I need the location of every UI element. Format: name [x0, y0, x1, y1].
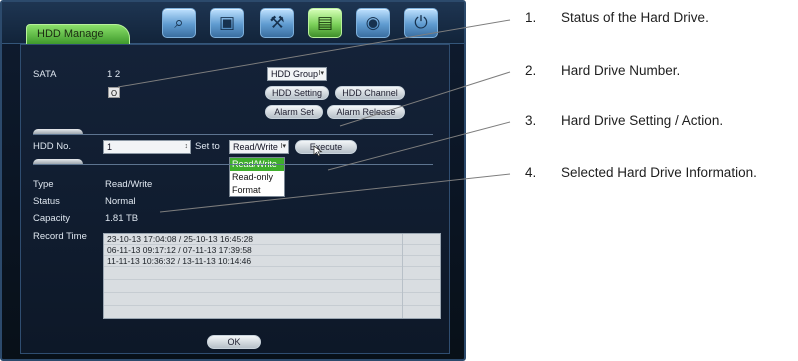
chevron-down-icon: I▾ — [318, 70, 324, 77]
column-divider — [402, 234, 403, 318]
section-divider — [33, 164, 433, 165]
list-item[interactable]: 06-11-13 09:17:12 / 07-11-13 17:39:58 — [104, 245, 440, 256]
callout-text: Hard Drive Setting / Action. — [561, 113, 724, 128]
list-item-empty — [104, 267, 440, 280]
callout-text: Status of the Hard Drive. — [561, 10, 709, 25]
power-icon[interactable]: ⏻ — [404, 8, 438, 38]
hdd-group-label: HDD Group — [271, 69, 319, 79]
set-to-label: Set to — [195, 141, 220, 152]
callout-number: 2. — [525, 63, 537, 78]
ok-button[interactable]: OK — [207, 335, 261, 349]
list-item[interactable]: 23-10-13 17:04:08 / 25-10-13 16:45:28 — [104, 234, 440, 245]
alarm-release-button[interactable]: Alarm Release — [327, 105, 405, 119]
storage-icon[interactable]: ▤ — [308, 8, 342, 38]
sata-label: SATA — [33, 69, 57, 80]
hdd-channel-button[interactable]: HDD Channel — [335, 86, 405, 100]
hdd-no-select[interactable]: 1 ↕ — [103, 140, 191, 154]
set-to-dropdown: Read/Write Read-only Format — [229, 157, 285, 197]
camera-glyph: ◉ — [365, 13, 381, 33]
execute-button[interactable]: Execute — [295, 140, 357, 154]
playback-icon[interactable]: ▣ — [210, 8, 244, 38]
tools-icon[interactable]: ⚒ — [260, 8, 294, 38]
hdd-group-select[interactable]: HDD Group I▾ — [267, 67, 327, 81]
tools-glyph: ⚒ — [269, 13, 285, 33]
top-toolbar: HDD Manage ⌕ ▣ ⚒ ▤ ◉ ⏻ — [2, 2, 464, 44]
search-icon[interactable]: ⌕ — [162, 8, 196, 38]
power-glyph: ⏻ — [414, 13, 428, 33]
chevron-down-icon: I▾ — [280, 143, 286, 150]
playback-glyph: ▣ — [218, 13, 236, 33]
callout-number: 3. — [525, 113, 537, 128]
alarm-set-button[interactable]: Alarm Set — [265, 105, 323, 119]
section-divider — [33, 134, 433, 135]
hdd-no-label: HDD No. — [33, 141, 72, 152]
search-glyph: ⌕ — [174, 13, 184, 33]
capacity-value: 1.81 TB — [105, 213, 139, 224]
option-format[interactable]: Format — [230, 184, 284, 197]
record-time-list[interactable]: 23-10-13 17:04:08 / 25-10-13 16:45:28 06… — [103, 233, 441, 319]
status-value: Normal — [105, 196, 136, 207]
list-item-empty — [104, 293, 440, 306]
set-to-value: Read/Write — [233, 142, 278, 152]
status-label: Status — [33, 196, 60, 207]
callout-text: Hard Drive Number. — [561, 63, 681, 78]
storage-glyph: ▤ — [316, 13, 334, 33]
type-value: Read/Write — [105, 179, 153, 190]
mouse-pointer-icon — [313, 145, 323, 157]
window-title: HDD Manage — [26, 24, 130, 44]
hdd-no-value: 1 — [107, 142, 113, 152]
disk-status-indicator[interactable]: O — [108, 87, 120, 98]
callout-text: Selected Hard Drive Information. — [561, 165, 757, 180]
callout-number: 1. — [525, 10, 537, 25]
dvr-window: HDD Manage ⌕ ▣ ⚒ ▤ ◉ ⏻ SATA 1 2 O HDD Gr… — [0, 0, 466, 361]
callout-number: 4. — [525, 165, 537, 180]
record-time-label: Record Time — [33, 231, 87, 242]
hdd-setting-button[interactable]: HDD Setting — [265, 86, 329, 100]
chevron-down-icon: ↕ — [184, 143, 189, 150]
list-item-empty — [104, 280, 440, 293]
capacity-label: Capacity — [33, 213, 70, 224]
hdd-manage-panel: SATA 1 2 O HDD Group I▾ HDD Setting HDD … — [20, 44, 450, 354]
list-item[interactable]: 11-11-13 10:36:32 / 13-11-13 10:14:46 — [104, 256, 440, 267]
sata-ports: 1 2 — [107, 69, 121, 80]
option-read-only[interactable]: Read-only — [230, 171, 284, 184]
type-label: Type — [33, 179, 54, 190]
set-to-select[interactable]: Read/Write I▾ — [229, 140, 289, 154]
camera-icon[interactable]: ◉ — [356, 8, 390, 38]
